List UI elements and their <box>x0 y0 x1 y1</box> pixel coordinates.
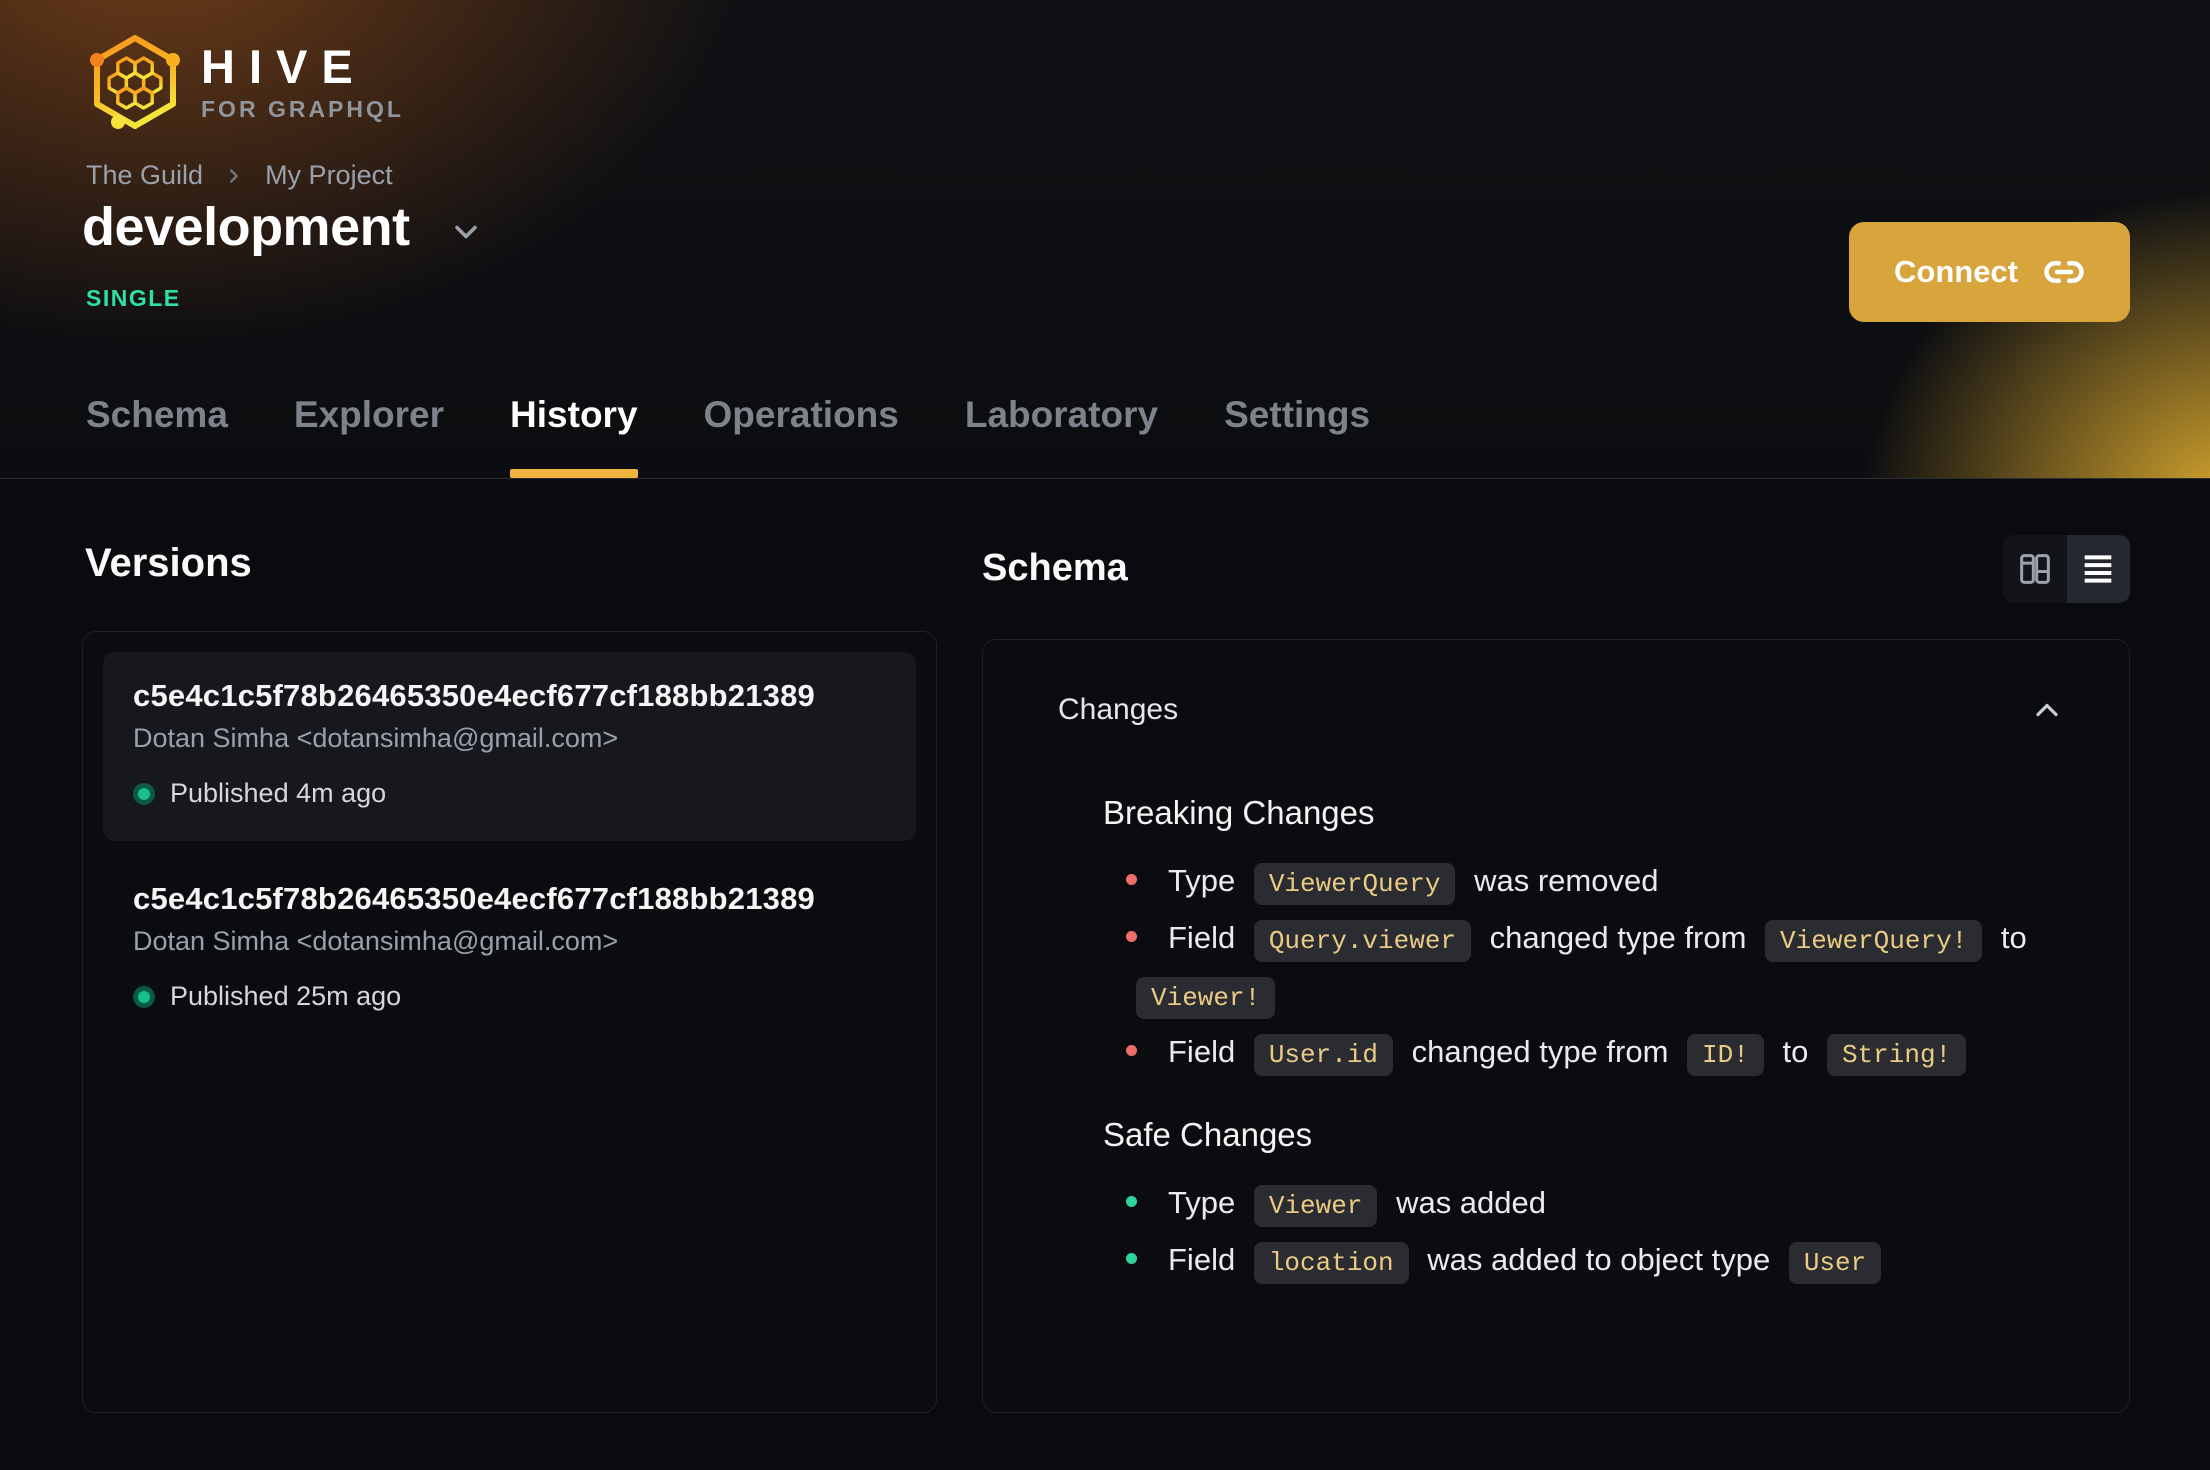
change-section-title: Safe Changes <box>1103 1116 1313 1153</box>
change-item: Field User.id changed type from ID! to S… <box>1126 1025 2071 1082</box>
change-section: Breaking Changes Type ViewerQuery was rem… <box>1103 794 2129 1082</box>
version-status: Published 4m ago <box>170 778 387 808</box>
code-chip: String! <box>1826 1034 1967 1076</box>
versions-panel: c5e4c1c5f78b26465350e4ecf677cf188bb21389… <box>82 631 937 1413</box>
tab-operations[interactable]: Operations <box>704 394 899 478</box>
code-chip: Viewer! <box>1136 977 1276 1019</box>
version-hash: c5e4c1c5f78b26465350e4ecf677cf188bb21389 <box>133 678 815 713</box>
schema-view-toggle <box>2003 535 2130 603</box>
list-view-button[interactable] <box>2066 535 2130 603</box>
change-item: Field location was added to object type … <box>1126 1233 2071 1290</box>
chevron-up-icon[interactable] <box>2029 692 2065 728</box>
code-chip: User.id <box>1253 1034 1394 1076</box>
columns-view-button[interactable] <box>2003 535 2067 603</box>
schema-heading: Schema <box>982 547 1128 589</box>
version-status-row: Published 4m ago <box>133 778 886 809</box>
target-mode-badge: SINGLE <box>86 285 181 311</box>
tab-settings[interactable]: Settings <box>1224 394 1370 478</box>
version-status: Published 25m ago <box>170 981 402 1011</box>
brand-tagline: FOR GRAPHQL <box>201 96 404 123</box>
hive-logotype: HIVE FOR GRAPHQL <box>201 39 404 124</box>
changes-sections: Breaking Changes Type ViewerQuery was rem… <box>983 794 2129 1290</box>
schema-changes-panel: Changes Breaking Changes Type ViewerQuery… <box>982 639 2130 1413</box>
bullet-dot-icon <box>1126 1253 1137 1265</box>
code-chip: Viewer <box>1253 1185 1378 1227</box>
changes-collapse-header[interactable]: Changes <box>983 640 2129 728</box>
tab-laboratory[interactable]: Laboratory <box>965 394 1158 478</box>
brand-name: HIVE <box>201 39 367 93</box>
breadcrumb: The Guild My Project <box>86 160 393 191</box>
list-icon <box>2084 555 2112 583</box>
code-chip: ID! <box>1687 1034 1764 1076</box>
bullet-dot-icon <box>1126 1045 1137 1057</box>
connect-button-label: Connect <box>1894 254 2018 289</box>
version-author: Dotan Simha <dotansimha@gmail.com> <box>133 723 619 753</box>
change-section: Safe Changes Type Viewer was added Field l… <box>1103 1116 2129 1290</box>
version-list-item-selected[interactable]: c5e4c1c5f78b26465350e4ecf677cf188bb21389… <box>103 652 916 841</box>
connect-button[interactable]: Connect <box>1849 222 2130 322</box>
link-icon <box>2044 260 2084 284</box>
code-chip: location <box>1253 1242 1409 1284</box>
page-title: development <box>82 197 410 257</box>
bullet-dot-icon <box>1126 931 1137 943</box>
main-content: Versions c5e4c1c5f78b26465350e4ecf677cf1… <box>0 479 2210 1469</box>
tab-explorer[interactable]: Explorer <box>294 394 444 478</box>
hive-logo[interactable]: HIVE FOR GRAPHQL <box>85 30 404 134</box>
tab-schema[interactable]: Schema <box>86 394 228 478</box>
published-dot-icon <box>133 782 155 805</box>
changes-title: Changes <box>1058 693 1179 726</box>
chevron-down-icon[interactable] <box>448 214 484 250</box>
chevron-right-icon <box>223 165 245 187</box>
breadcrumb-org[interactable]: The Guild <box>86 160 203 191</box>
columns-icon <box>2019 554 2050 584</box>
published-dot-icon <box>133 985 155 1008</box>
code-chip: ViewerQuery! <box>1765 920 1983 962</box>
bullet-dot-icon <box>1126 1196 1137 1208</box>
breadcrumb-project[interactable]: My Project <box>265 160 393 191</box>
version-status-row: Published 25m ago <box>133 981 886 1012</box>
change-item: Type ViewerQuery was removed <box>1126 854 2071 911</box>
code-chip: User <box>1788 1242 1882 1284</box>
bullet-dot-icon <box>1126 874 1137 886</box>
change-section-title: Breaking Changes <box>1103 794 1375 831</box>
page-header: HIVE FOR GRAPHQL The Guild My Project de… <box>0 0 2210 479</box>
versions-heading: Versions <box>85 541 252 585</box>
version-hash: c5e4c1c5f78b26465350e4ecf677cf188bb21389 <box>133 881 815 916</box>
code-chip: Query.viewer <box>1253 920 1472 962</box>
change-item: Type Viewer was added <box>1126 1176 2071 1233</box>
version-list-item[interactable]: c5e4c1c5f78b26465350e4ecf677cf188bb21389… <box>103 855 916 1044</box>
tab-bar: Schema Explorer History Operations Labor… <box>86 394 1370 478</box>
code-chip: ViewerQuery <box>1253 863 1456 905</box>
hive-logo-icon <box>90 35 180 129</box>
tab-history[interactable]: History <box>510 394 639 478</box>
version-author: Dotan Simha <dotansimha@gmail.com> <box>133 926 619 956</box>
change-item: Field Query.viewer changed type from Vie… <box>1126 911 2071 1025</box>
target-title-row[interactable]: development <box>82 196 484 258</box>
